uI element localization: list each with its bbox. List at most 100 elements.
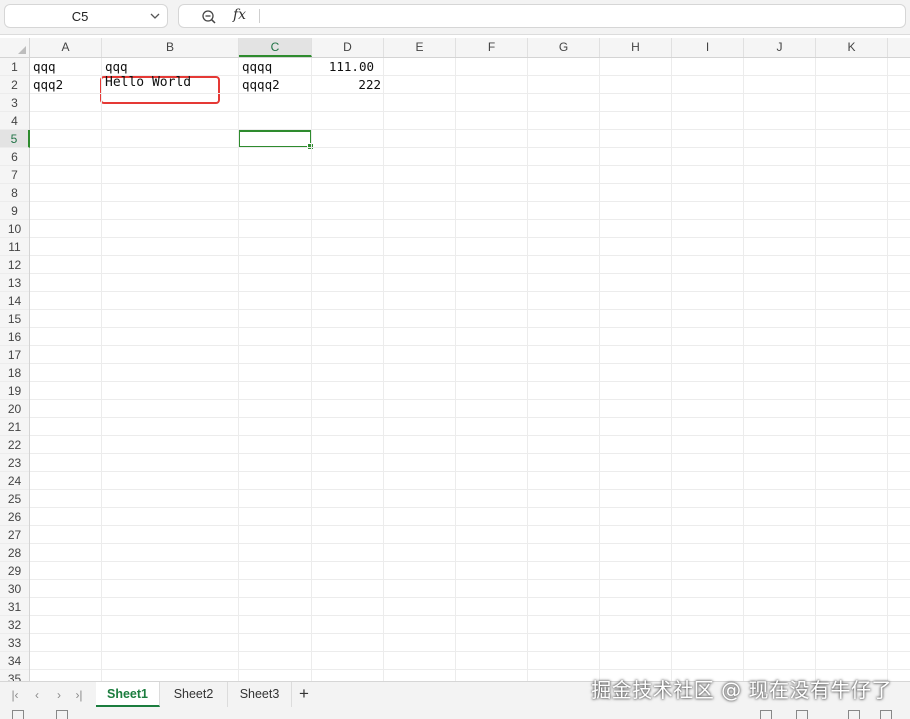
row-header-9[interactable]: 9 [0, 202, 29, 220]
gridline-row [30, 111, 910, 112]
row-header-30[interactable]: 30 [0, 580, 29, 598]
sheet-tab-sheet2[interactable]: Sheet2 [160, 682, 228, 707]
row-header-16[interactable]: 16 [0, 328, 29, 346]
gridline-column [671, 58, 672, 681]
cell-area[interactable]: qqq qqq qqqq 111.00 qqq2 Hello World qqqq2 222 [30, 58, 910, 681]
gridline-row [30, 489, 910, 490]
spreadsheet-grid: ABCDEFGHIJK 1 2 3 4 5 6 7 8 9 10 11 12 13 14 15 16 17 18 1… [0, 38, 910, 681]
gridline-column [311, 58, 312, 681]
gridline-row [30, 597, 910, 598]
zoom-out-icon[interactable] [201, 9, 217, 25]
sheet-view-icon[interactable] [56, 710, 68, 719]
gridline-column [101, 58, 102, 681]
gridline-column [743, 58, 744, 681]
row-header-6[interactable]: 6 [0, 148, 29, 166]
column-header-c[interactable]: C [239, 38, 312, 57]
cell-b2[interactable]: Hello World [102, 74, 239, 92]
normal-view-icon[interactable] [848, 710, 860, 719]
column-header-a[interactable]: A [30, 38, 102, 57]
row-header-28[interactable]: 28 [0, 544, 29, 562]
next-sheet-icon[interactable]: › [52, 688, 66, 702]
name-box[interactable]: C5 [4, 4, 168, 28]
row-header-17[interactable]: 17 [0, 346, 29, 364]
gridline-row [30, 579, 910, 580]
row-header-21[interactable]: 21 [0, 418, 29, 436]
row-header-22[interactable]: 22 [0, 436, 29, 454]
row-header-23[interactable]: 23 [0, 454, 29, 472]
column-header-f[interactable]: F [456, 38, 528, 57]
gridline-row [30, 507, 910, 508]
row-header-14[interactable]: 14 [0, 292, 29, 310]
gridline-row [30, 201, 910, 202]
row-header-11[interactable]: 11 [0, 238, 29, 256]
gridline-row [30, 327, 910, 328]
sheet-tab-sheet1[interactable]: Sheet1 [96, 682, 160, 707]
column-header-b[interactable]: B [102, 38, 239, 57]
gridline-row [30, 543, 910, 544]
cell-c2[interactable]: qqqq2 [239, 76, 312, 94]
column-header-i[interactable]: I [672, 38, 744, 57]
row-header-34[interactable]: 34 [0, 652, 29, 670]
cell-a2[interactable]: qqq2 [30, 76, 102, 94]
cell-a1[interactable]: qqq [30, 58, 102, 76]
row-header-5[interactable]: 5 [0, 130, 30, 148]
first-sheet-icon[interactable]: |‹ [8, 688, 22, 702]
gridline-row [30, 417, 910, 418]
row-header-12[interactable]: 12 [0, 256, 29, 274]
row-header-3[interactable]: 3 [0, 94, 29, 112]
row-header-20[interactable]: 20 [0, 400, 29, 418]
gridline-row [30, 291, 910, 292]
last-sheet-icon[interactable]: ›| [72, 688, 86, 702]
formula-input-area[interactable]: fx [178, 4, 906, 28]
column-header-h[interactable]: H [600, 38, 672, 57]
select-all-button[interactable] [0, 38, 30, 58]
row-header-31[interactable]: 31 [0, 598, 29, 616]
sheet-tab-sheet3[interactable]: Sheet3 [228, 682, 292, 707]
gridline-row [30, 399, 910, 400]
column-header-d[interactable]: D [312, 38, 384, 57]
gridline-row [30, 219, 910, 220]
gridline-row [30, 165, 910, 166]
row-header-18[interactable]: 18 [0, 364, 29, 382]
row-header-27[interactable]: 27 [0, 526, 29, 544]
row-header-1[interactable]: 1 [0, 58, 29, 76]
column-header-j[interactable]: J [744, 38, 816, 57]
row-header-32[interactable]: 32 [0, 616, 29, 634]
column-header-k[interactable]: K [816, 38, 888, 57]
row-header-35[interactable]: 35 [0, 670, 29, 681]
column-header-g[interactable]: G [528, 38, 600, 57]
row-header-7[interactable]: 7 [0, 166, 29, 184]
row-header-25[interactable]: 25 [0, 490, 29, 508]
row-header-29[interactable]: 29 [0, 562, 29, 580]
gridline-row [30, 615, 910, 616]
row-header-26[interactable]: 26 [0, 508, 29, 526]
macro-icon[interactable] [12, 710, 24, 719]
gridline-row [30, 363, 910, 364]
row-header-10[interactable]: 10 [0, 220, 29, 238]
gridline-row [30, 435, 910, 436]
cell-d2[interactable]: 222 [312, 76, 384, 94]
column-header-e[interactable]: E [384, 38, 456, 57]
cell-d1[interactable]: 111.00 [312, 58, 384, 76]
cell-c1[interactable]: qqqq [239, 58, 312, 76]
formula-bar: C5 fx [0, 0, 910, 35]
gridline-row [30, 309, 910, 310]
prev-sheet-icon[interactable]: ‹ [30, 688, 44, 702]
row-header-33[interactable]: 33 [0, 634, 29, 652]
row-header-8[interactable]: 8 [0, 184, 29, 202]
chevron-down-icon[interactable] [149, 10, 161, 22]
row-header-15[interactable]: 15 [0, 310, 29, 328]
row-header-4[interactable]: 4 [0, 112, 29, 130]
status-bar [0, 708, 910, 719]
protect-icon[interactable] [760, 710, 772, 719]
function-icon[interactable]: fx [233, 7, 246, 23]
share-icon[interactable] [796, 710, 808, 719]
row-header-24[interactable]: 24 [0, 472, 29, 490]
page-layout-icon[interactable] [880, 710, 892, 719]
gridline-row [30, 129, 910, 130]
gridline-row [30, 93, 910, 94]
row-header-2[interactable]: 2 [0, 76, 29, 94]
add-sheet-button[interactable]: + [296, 684, 312, 704]
row-header-13[interactable]: 13 [0, 274, 29, 292]
row-header-19[interactable]: 19 [0, 382, 29, 400]
